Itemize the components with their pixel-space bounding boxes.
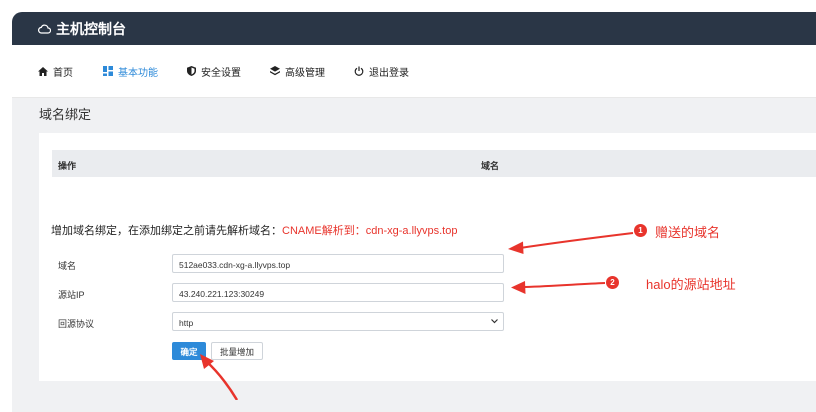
arrow-to-confirm-button xyxy=(200,354,239,400)
arrow-to-domain-input xyxy=(508,232,634,254)
annotation-halo-source: halo的源站地址 xyxy=(646,277,736,292)
annotation-arrows xyxy=(200,232,634,400)
arrow-to-source-ip-input xyxy=(511,281,606,294)
annotation-badge-2: 2 xyxy=(606,276,619,289)
annotation-gifted-domain: 赠送的域名 xyxy=(655,225,721,240)
annotation-badge-1: 1 xyxy=(634,224,647,237)
